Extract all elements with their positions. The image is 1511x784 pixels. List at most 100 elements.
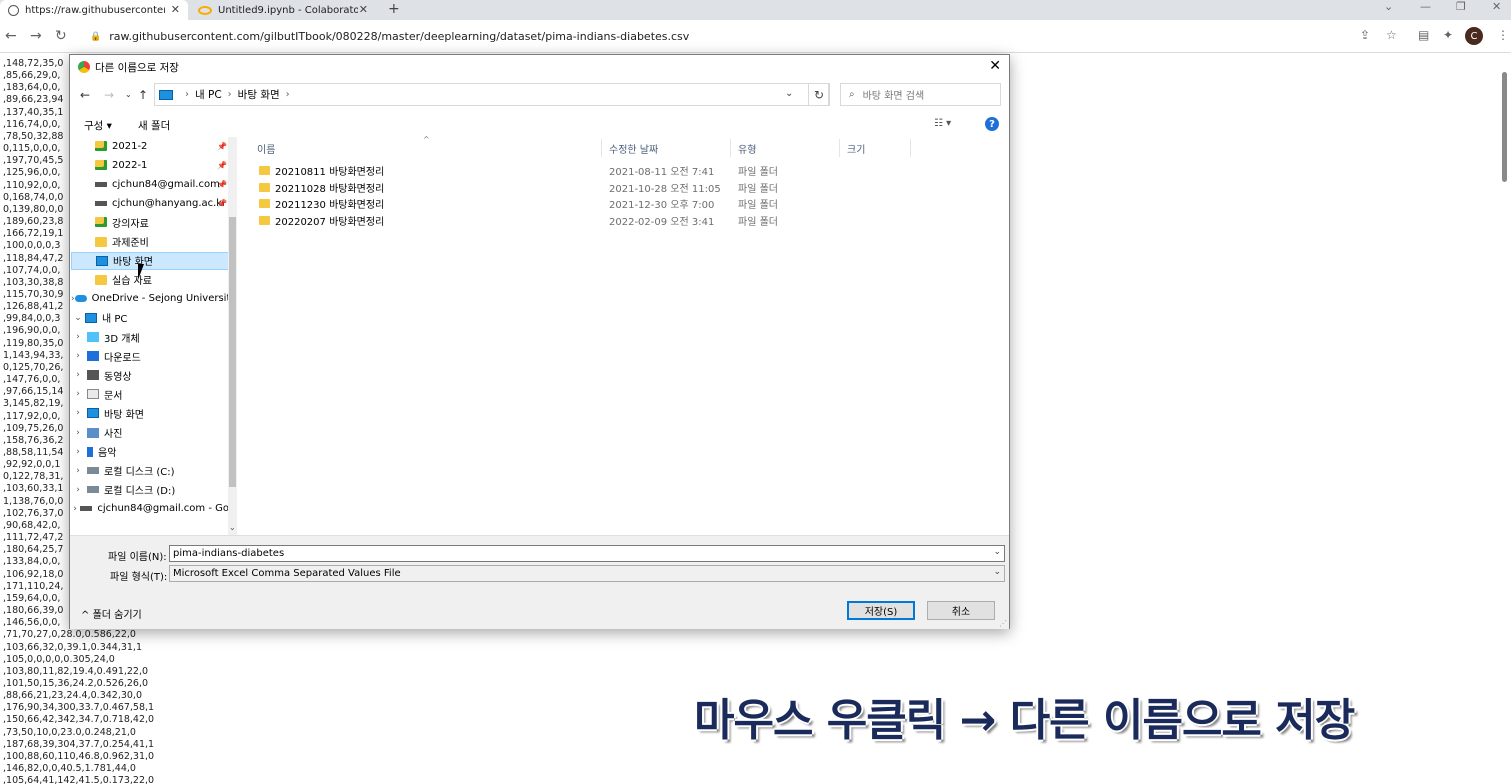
tab-raw-github[interactable]: https://raw.githubusercontent.com ✕ [0,0,188,20]
breadcrumb-item[interactable]: 바탕 화면 [238,87,280,102]
desktop-icon [87,408,99,419]
chevron-right-icon[interactable]: › [71,370,85,380]
extensions-icon[interactable]: ✦ [1443,28,1453,42]
chevron-down-icon[interactable]: ⌄ [993,567,1001,577]
nav-item[interactable]: cjchun84@gmail.com - 📌 [71,175,229,193]
share-icon[interactable]: ⇪ [1360,28,1370,42]
filetype-select[interactable]: Microsoft Excel Comma Separated Values F… [169,565,1005,582]
chevron-down-icon[interactable]: ⌄ [71,313,85,323]
view-options-icon[interactable]: ☷ ▾ [934,118,951,129]
nav-scrollbar[interactable] [228,137,237,535]
nav-item[interactable]: › 로컬 디스크 (D:) [71,481,229,499]
scroll-down-icon[interactable]: ⌄ [229,523,236,532]
bookmark-star-icon[interactable]: ☆ [1386,28,1397,42]
nav-item-label: 다운로드 [104,352,141,364]
back-icon[interactable]: ← [80,88,90,102]
file-name: 20210811 바탕화면정리 [275,167,385,178]
organize-button[interactable]: 구성 ▾ [84,118,112,133]
nav-item[interactable]: 2021-2 📌 [71,137,229,155]
file-row[interactable]: 20220207 바탕화면정리 2022-02-09 오전 3:41 파일 폴더 [251,211,1007,228]
chevron-right-icon[interactable]: › [71,447,85,457]
chevron-right-icon[interactable]: › [71,428,85,438]
nav-item[interactable]: › 문서 [71,385,229,403]
nav-item[interactable]: 2022-1 📌 [71,156,229,174]
search-input[interactable]: ⌕ 바탕 화면 검색 [840,83,1001,106]
nav-scrollbar-thumb[interactable] [229,217,236,487]
file-row[interactable]: 20211230 바탕화면정리 2021-12-30 오후 7:00 파일 폴더 [251,194,1007,211]
nav-item-label: 사진 [104,429,123,440]
chevron-right-icon[interactable]: › [71,485,85,495]
nav-item[interactable]: › 3D 개체 [71,328,229,346]
chevron-down-icon[interactable]: ⌄ [785,88,793,99]
hide-folders-toggle[interactable]: ^ 폴더 숨기기 [81,606,142,621]
address-bar[interactable]: 🔒 raw.githubusercontent.com/gilbutITbook… [78,25,1346,48]
forward-icon[interactable]: → [30,28,42,44]
breadcrumb-item[interactable]: 내 PC [195,87,222,102]
back-icon[interactable]: ← [5,28,17,44]
page-scrollbar-thumb[interactable] [1502,72,1507,182]
chevron-right-icon[interactable]: › [71,466,85,476]
breadcrumb-separator-icon[interactable]: › [286,89,290,100]
column-header-type[interactable]: 유형 [732,139,840,157]
local-disk-icon [87,467,99,475]
pc-icon [159,89,173,100]
file-row[interactable]: 20211028 바탕화면정리 2021-10-28 오전 11:05 파일 폴더 [251,178,1007,195]
file-row[interactable]: 20210811 바탕화면정리 2021-08-11 오전 7:41 파일 폴더 [251,161,1007,178]
nav-item[interactable]: › OneDrive - Sejong Universit [71,290,229,308]
file-list: 이름 ^ 수정한 날짜 유형 크기 20210811 바탕화면정리 2021-08… [251,135,1007,535]
nav-item[interactable]: › 로컬 디스크 (C:) [71,462,229,480]
refresh-button[interactable]: ↻ [808,83,830,106]
nav-item[interactable]: › 바탕 화면 [71,404,229,422]
close-window-icon[interactable]: ✕ [1492,0,1501,13]
tab-colab[interactable]: Untitled9.ipynb - Colaboratory ✕ [190,0,376,20]
restore-icon[interactable]: ❐ [1456,0,1466,13]
close-tab-icon[interactable]: ✕ [171,3,180,16]
download-icon [87,351,99,362]
chevron-up-icon: ^ [81,610,90,621]
breadcrumb-separator-icon[interactable]: › [185,89,189,100]
nav-item[interactable]: › cjchun84@gmail.com - Go [71,500,229,518]
nav-item[interactable]: ⌄ 내 PC [71,309,229,327]
nav-item[interactable]: 강의자료 [71,213,229,231]
close-tab-icon[interactable]: ✕ [359,3,368,16]
nav-item[interactable]: › 동영상 [71,366,229,384]
csv-line: ,103,80,11,82,19.4,0.491,22,0 [3,665,149,677]
cancel-button[interactable]: 취소 [927,601,995,620]
chevron-right-icon[interactable]: › [71,351,85,361]
breadcrumb-separator-icon[interactable]: › [228,89,232,100]
nav-item[interactable]: 바탕 화면 [71,251,229,270]
recent-locations-icon[interactable]: ⌄ [125,90,132,99]
reload-icon[interactable]: ↻ [55,28,67,44]
new-folder-button[interactable]: 새 폴더 [138,118,170,133]
minimize-icon[interactable]: — [1420,0,1431,13]
onedrive-icon [74,295,87,303]
chevron-right-icon[interactable]: › [71,332,85,342]
nav-item[interactable]: › 다운로드 [71,347,229,365]
nav-item[interactable]: 실습 자료 [71,271,229,289]
page-scrollbar[interactable] [1501,56,1509,784]
command-bar: 구성 ▾ 새 폴더 ☷ ▾ [70,113,1009,137]
new-tab-icon[interactable]: + [388,1,400,17]
chevron-down-icon[interactable]: ⌄ [993,547,1001,557]
nav-item[interactable]: › 사진 [71,424,229,442]
nav-item[interactable]: › 음악 [71,443,229,461]
chevron-right-icon[interactable]: › [71,504,79,514]
save-button[interactable]: 저장(S) [847,601,915,620]
chevron-right-icon[interactable]: › [71,389,85,399]
breadcrumb[interactable]: › 내 PC › 바탕 화면 › [154,83,829,106]
up-icon[interactable]: ↑ [138,88,148,102]
menu-icon[interactable]: ⋮ [1497,28,1509,42]
filename-field[interactable]: pima-indians-diabetes ⌄ [169,545,1005,562]
forward-icon[interactable]: → [104,88,114,102]
nav-item[interactable]: 과제준비 [71,233,229,251]
column-header-size[interactable]: 크기 [841,139,911,157]
media-icon[interactable]: ▤ [1418,28,1429,42]
column-header-modified[interactable]: 수정한 날짜 [603,139,731,157]
resize-grip-icon[interactable]: ⋰ [999,619,1007,628]
close-icon[interactable]: ✕ [989,58,1001,74]
chevron-right-icon[interactable]: › [71,408,85,418]
tab-search-icon[interactable]: ⌄ [1384,0,1393,13]
help-icon[interactable]: ? [985,117,999,131]
avatar[interactable]: C [1465,27,1483,45]
nav-item[interactable]: cjchun@hanyang.ac.kr 📌 [71,194,229,212]
